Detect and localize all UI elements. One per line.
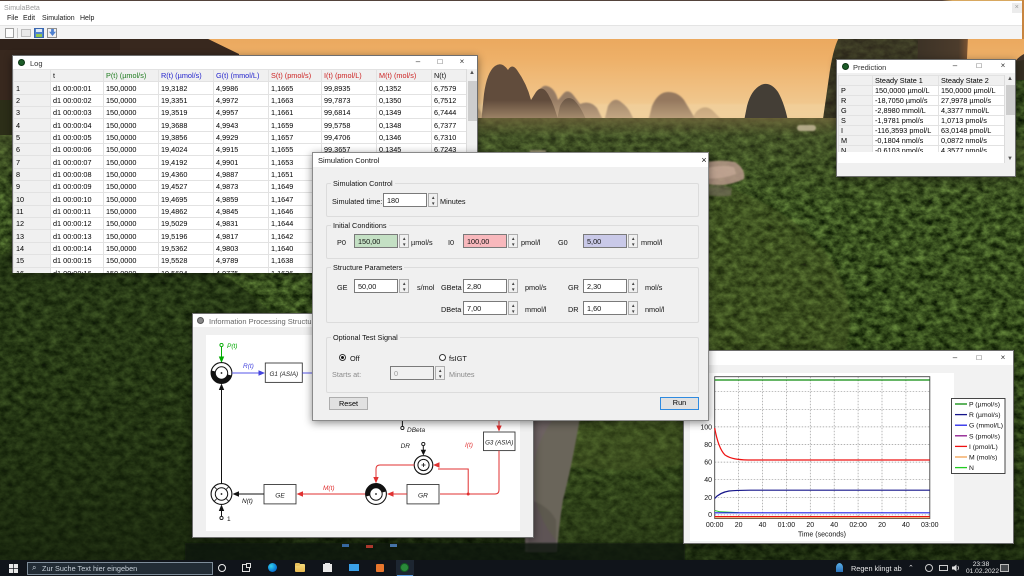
svg-text:S (pmol/s): S (pmol/s) <box>969 433 1000 440</box>
svg-text:R (µmol/s): R (µmol/s) <box>969 412 1000 419</box>
svg-text:40: 40 <box>830 522 838 529</box>
svg-text:M (mol/s): M (mol/s) <box>969 455 997 462</box>
svg-text:1: 1 <box>227 516 231 523</box>
svg-text:P(t): P(t) <box>227 343 237 350</box>
svg-text:40: 40 <box>759 522 767 529</box>
svg-text:100: 100 <box>700 424 712 431</box>
svg-text:02:00: 02:00 <box>849 522 867 529</box>
svg-text:20: 20 <box>806 522 814 529</box>
svg-text:R(t): R(t) <box>243 363 254 370</box>
svg-text:0: 0 <box>708 512 712 519</box>
svg-text:00:00: 00:00 <box>706 522 724 529</box>
svg-text:N: N <box>969 465 974 472</box>
svg-text:G1 (ASIA): G1 (ASIA) <box>269 371 298 378</box>
svg-text:01:00: 01:00 <box>778 522 796 529</box>
svg-text:Time (seconds): Time (seconds) <box>798 532 846 539</box>
svg-text:DR: DR <box>401 443 411 450</box>
svg-text:03:00: 03:00 <box>921 522 939 529</box>
svg-text:40: 40 <box>704 477 712 484</box>
svg-text:80: 80 <box>704 442 712 449</box>
svg-text:DBeta: DBeta <box>407 427 425 434</box>
svg-text:I(t): I(t) <box>465 442 473 449</box>
svg-text:20: 20 <box>735 522 743 529</box>
svg-text:M(t): M(t) <box>323 485 335 492</box>
svg-text:P (µmol/s): P (µmol/s) <box>969 402 1000 409</box>
svg-text:GE: GE <box>275 493 285 500</box>
svg-text:I (pmol/L): I (pmol/L) <box>969 444 998 451</box>
svg-text:60: 60 <box>704 460 712 467</box>
svg-text:G (mmol/L): G (mmol/L) <box>969 423 1003 430</box>
svg-text:GR: GR <box>418 493 428 500</box>
svg-text:N(t): N(t) <box>242 498 253 505</box>
svg-text:40: 40 <box>902 522 910 529</box>
svg-text:20: 20 <box>878 522 886 529</box>
svg-text:G3 (ASIA): G3 (ASIA) <box>485 440 513 447</box>
svg-text:20: 20 <box>704 495 712 502</box>
